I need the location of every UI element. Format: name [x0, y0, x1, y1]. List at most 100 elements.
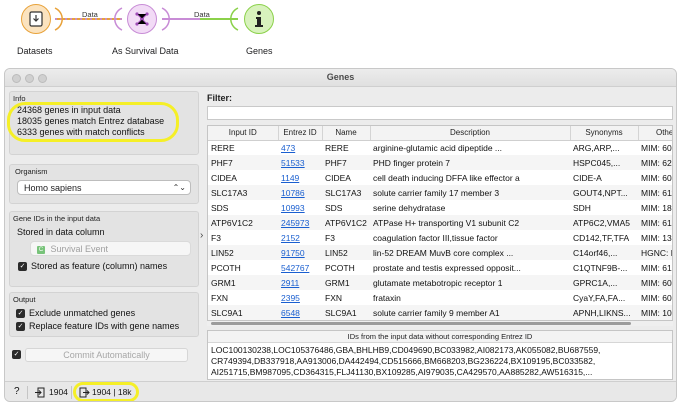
table-row[interactable]: LIN52 91750 LIN52 lin-52 DREAM MuvB core co… — [208, 245, 672, 260]
cell-description: frataxin — [373, 292, 401, 303]
input-data-icon[interactable] — [35, 387, 45, 400]
commit-button[interactable]: Commit Automatically — [25, 348, 188, 362]
cell-name: SLC17A3 — [322, 185, 370, 200]
organism-title: Organism — [15, 167, 48, 176]
cell-synonyms: HSPC045,... — [570, 155, 638, 170]
table-row[interactable]: F3 2152 F3 coagulation factor III,tissue fa… — [208, 230, 672, 245]
cell-synonyms: ARG,ARP,... — [573, 142, 620, 153]
categorical-variable-icon: C — [37, 245, 45, 254]
table-row[interactable]: PCOTH 542767 PCOTH prostate and testis expr… — [208, 260, 672, 275]
node-datasets[interactable] — [18, 1, 54, 37]
cell-input-id: F3 — [211, 232, 221, 243]
cell-entrez-id[interactable]: 2152 — [278, 230, 322, 245]
help-icon[interactable]: ? — [14, 386, 20, 397]
cell-name: SLC9A1 — [322, 305, 370, 320]
cell-input-id: CIDEA — [211, 172, 237, 183]
node-label-genes: Genes — [246, 46, 273, 56]
table-row[interactable]: SLC17A3 10786 SLC17A3 solute carrier family… — [208, 185, 672, 200]
cell-other: MIM: 606 — [641, 292, 673, 303]
organism-select[interactable]: Homo sapiens ⌃⌄ — [17, 180, 191, 195]
cell-other: HGNC: H — [638, 245, 672, 260]
cell-entrez-id[interactable]: 51533 — [278, 155, 322, 170]
cell-description: PHD finger protein 7 — [370, 155, 570, 170]
node-label-as-survival-data: As Survival Data — [112, 46, 179, 56]
cell-description: coagulation factor III,tissue factor — [373, 232, 498, 243]
cell-synonyms: APNH,LIKNS... — [570, 305, 638, 320]
genes-table[interactable]: Input ID Entrez ID Name Description Syno… — [207, 125, 673, 321]
survival-icon — [135, 12, 149, 26]
column-header-input-id[interactable]: Input ID — [208, 126, 279, 141]
unmatched-ids-line-1: LOC100130238,LOC105376486,GBA,BHLHB9,CD0… — [211, 345, 601, 355]
table-horizontal-scrollbar[interactable] — [207, 321, 673, 326]
cell-synonyms: GOUT4,NPT... — [570, 185, 638, 200]
cell-description: solute carrier family 9 member A1 — [370, 305, 570, 320]
gene-column-selected: Survival Event — [50, 244, 109, 254]
window-title: Genes — [326, 72, 355, 82]
link-label-1: Data — [82, 10, 98, 19]
cell-entrez-id[interactable]: 473 — [278, 140, 322, 155]
cell-other: MIM: 107 — [638, 305, 672, 320]
cell-description: ATPase H+ transporting V1 subunit C2 — [370, 215, 570, 230]
table-row[interactable]: SDS 10993 SDS serine dehydratase SDH MIM: 182 — [208, 200, 672, 215]
cell-name: RERE — [325, 142, 349, 153]
chevron-right-icon[interactable]: › — [200, 230, 203, 241]
cell-entrez-id[interactable]: 6548 — [278, 305, 322, 320]
stored-in-column-option[interactable]: Stored in data column — [17, 227, 105, 237]
node-as-survival-data[interactable] — [124, 1, 160, 37]
unmatched-ids-line-2: CR749394,DB337918,AA913006,DA442494,CD51… — [211, 356, 596, 366]
cell-name: PHF7 — [322, 155, 370, 170]
cell-description: glutamate metabotropic receptor 1 — [370, 275, 570, 290]
cell-input-id: PCOTH — [211, 262, 241, 273]
cell-entrez-id[interactable]: 245973 — [278, 215, 322, 230]
cell-entrez-id[interactable]: 10786 — [278, 185, 322, 200]
cell-entrez-id[interactable]: 91750 — [278, 245, 322, 260]
cell-entrez-id[interactable]: 542767 — [278, 260, 322, 275]
cell-description: cell death inducing DFFA like effector a — [373, 172, 520, 183]
cell-description: lin-52 DREAM MuvB core complex ... — [370, 245, 570, 260]
organism-box: Organism Homo sapiens ⌃⌄ — [9, 164, 199, 204]
datasets-icon — [29, 11, 43, 27]
exclude-unmatched-checkbox[interactable]: ✓ — [16, 309, 25, 318]
column-header-synonyms[interactable]: Synonyms — [570, 126, 639, 141]
table-row[interactable]: CIDEA 1149 CIDEA cell death inducing DFFA l… — [208, 170, 672, 185]
cell-entrez-id[interactable]: 1149 — [278, 170, 322, 185]
cell-input-id: SLC9A1 — [208, 305, 278, 320]
cell-synonyms: C14orf46,... — [570, 245, 638, 260]
gene-ids-title: Gene IDs in the input data — [13, 214, 101, 223]
column-header-name[interactable]: Name — [322, 126, 371, 141]
column-header-description[interactable]: Description — [370, 126, 571, 141]
table-row[interactable]: RERE 473 RERE arginine-glutamic acid dipept… — [208, 140, 673, 155]
node-genes[interactable] — [241, 1, 277, 37]
cell-entrez-id[interactable]: 2911 — [278, 275, 322, 290]
cell-synonyms: GPRC1A,... — [570, 275, 638, 290]
window-titlebar[interactable]: Genes — [5, 69, 676, 87]
unmatched-ids-panel: IDs from the input data without correspo… — [207, 330, 673, 380]
column-header-other[interactable]: Other — [638, 126, 672, 141]
table-row[interactable]: GRM1 2911 GRM1 glutamate metabotropic recep… — [208, 275, 672, 290]
cell-input-id: RERE — [211, 142, 235, 153]
cell-name: SDS — [325, 202, 343, 213]
cell-entrez-id[interactable]: 10993 — [278, 200, 322, 215]
input-count: 1904 — [49, 387, 68, 397]
workflow-canvas[interactable]: Data Data Datasets As Survival Data Gene… — [0, 0, 681, 64]
output-title: Output — [13, 295, 36, 304]
cell-description: arginine-glutamic acid dipeptide ... — [373, 142, 502, 153]
table-row[interactable]: SLC9A1 6548 SLC9A1 solute carrier family 9 … — [208, 305, 672, 320]
cell-entrez-id[interactable]: 2395 — [278, 290, 322, 305]
auto-commit-checkbox[interactable]: ✓ — [12, 350, 21, 359]
replace-feature-ids-checkbox[interactable]: ✓ — [16, 322, 25, 331]
table-row[interactable]: ATP6V1C2 245973 ATP6V1C2 ATPase H+ transpor… — [208, 215, 672, 230]
filter-input[interactable] — [207, 106, 673, 120]
stored-as-feature-checkbox[interactable]: ✓ — [18, 262, 27, 271]
table-row[interactable]: FXN 2395 FXN frataxin CyaY,FA,FA... MIM: 606 — [208, 290, 673, 305]
cell-input-id: FXN — [211, 292, 228, 303]
cell-other: MIM: 604 — [638, 275, 672, 290]
scrollbar-thumb[interactable] — [211, 322, 631, 325]
organism-selected-value: Homo sapiens — [24, 183, 82, 193]
column-header-entrez-id[interactable]: Entrez ID — [278, 126, 323, 141]
info-icon — [255, 11, 263, 27]
table-row[interactable]: PHF7 51533 PHF7 PHD finger protein 7 HSPC045… — [208, 155, 672, 170]
gene-column-select[interactable]: C Survival Event — [30, 241, 191, 256]
table-header-row: Input ID Entrez ID Name Description Syno… — [208, 126, 672, 141]
cell-other: MIM: 605 — [641, 142, 673, 153]
